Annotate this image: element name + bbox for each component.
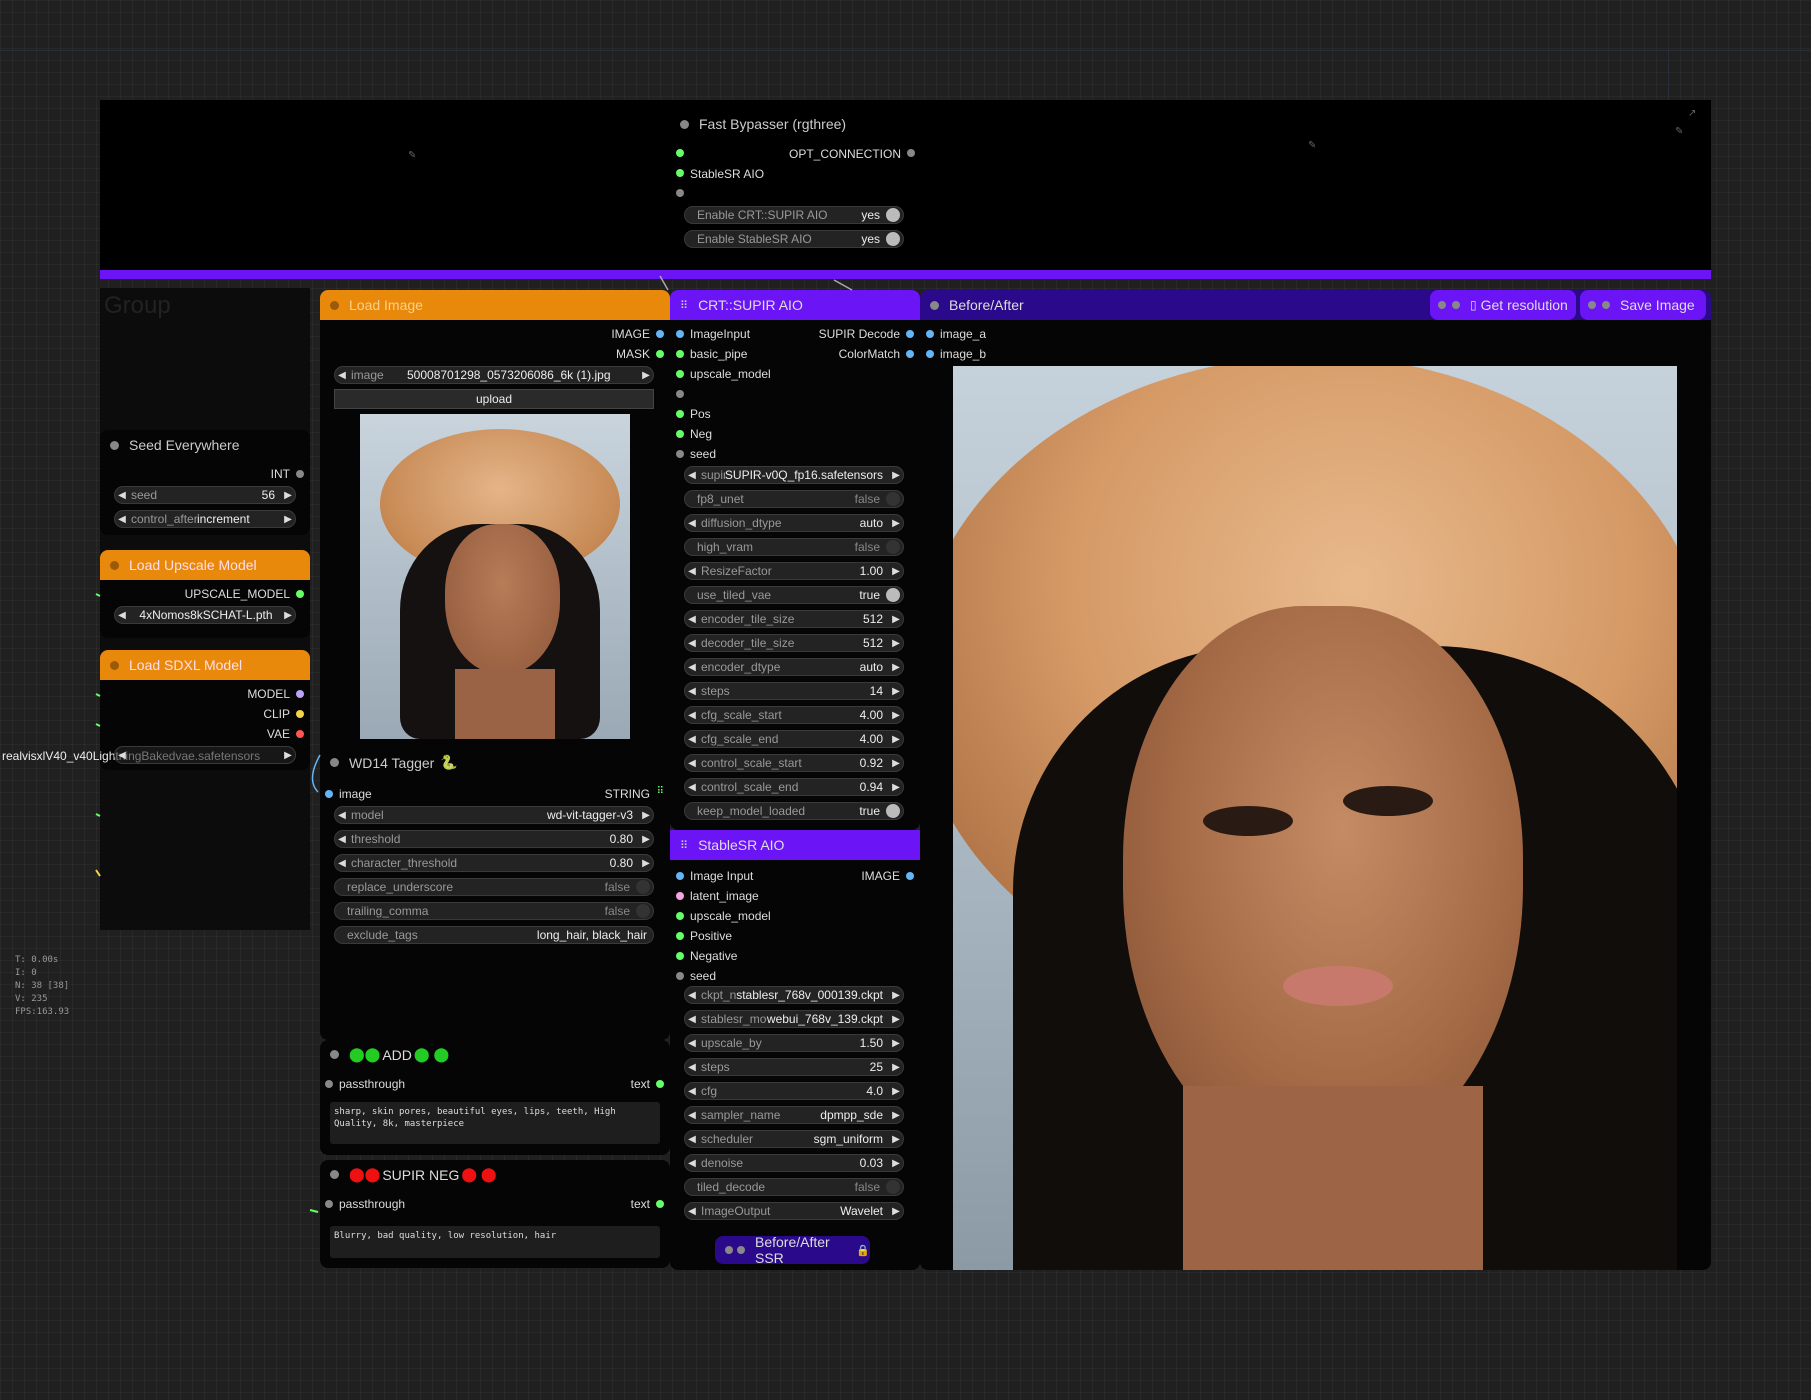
- link-wire: [311, 754, 321, 793]
- link-wire: [833, 279, 853, 291]
- link-wire: [95, 723, 101, 727]
- perf-stats: T: 0.00s I: 0 N: 38 [38] V: 235 FPS:163.93: [15, 955, 70, 1017]
- link-wire: [309, 1209, 319, 1213]
- link-wire: [659, 275, 669, 291]
- link-wire: [95, 813, 101, 817]
- link-wire: [95, 693, 101, 697]
- link-wire: [95, 593, 101, 597]
- link-wire: [95, 869, 101, 877]
- connection-links: [95, 275, 853, 1213]
